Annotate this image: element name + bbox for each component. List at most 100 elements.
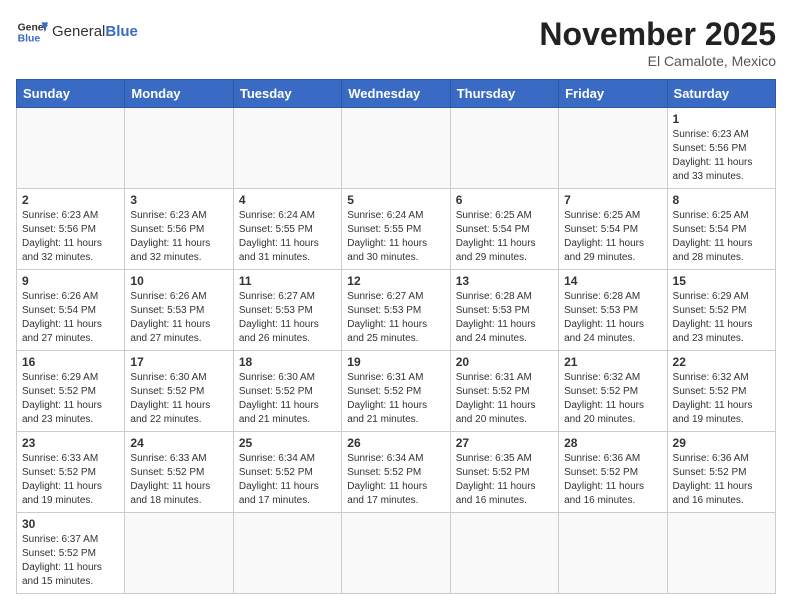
calendar-cell: [450, 108, 558, 189]
day-number: 5: [347, 193, 444, 207]
day-info: Sunrise: 6:32 AM Sunset: 5:52 PM Dayligh…: [673, 371, 770, 427]
day-number: 7: [564, 193, 661, 207]
calendar-cell: 27 Sunrise: 6:35 AM Sunset: 5:52 PM Dayli…: [450, 432, 558, 513]
weekday-saturday: Saturday: [667, 80, 775, 108]
calendar-cell: [559, 108, 667, 189]
day-number: 28: [564, 436, 661, 450]
day-number: 10: [130, 274, 227, 288]
day-info: Sunrise: 6:35 AM Sunset: 5:52 PM Dayligh…: [456, 452, 553, 508]
day-number: 20: [456, 355, 553, 369]
calendar-week-2: 2Sunrise: 6:23 AM Sunset: 5:56 PM Daylig…: [17, 189, 776, 270]
calendar-cell: 16Sunrise: 6:29 AM Sunset: 5:52 PM Dayli…: [17, 351, 125, 432]
day-number: 26: [347, 436, 444, 450]
calendar-cell: 17 Sunrise: 6:30 AM Sunset: 5:52 PM Dayli…: [125, 351, 233, 432]
logo-icon: General Blue: [16, 16, 48, 48]
day-number: 17: [130, 355, 227, 369]
day-info: Sunrise: 6:26 AM Sunset: 5:54 PM Dayligh…: [22, 290, 119, 346]
weekday-friday: Friday: [559, 80, 667, 108]
calendar-cell: 25Sunrise: 6:34 AM Sunset: 5:52 PM Dayli…: [233, 432, 341, 513]
day-info: Sunrise: 6:33 AM Sunset: 5:52 PM Dayligh…: [22, 452, 119, 508]
day-number: 27: [456, 436, 553, 450]
day-info: Sunrise: 6:32 AM Sunset: 5:52 PM Dayligh…: [564, 371, 661, 427]
calendar-cell: [233, 108, 341, 189]
day-info: Sunrise: 6:36 AM Sunset: 5:52 PM Dayligh…: [673, 452, 770, 508]
day-info: Sunrise: 6:26 AM Sunset: 5:53 PM Dayligh…: [130, 290, 227, 346]
day-info: Sunrise: 6:25 AM Sunset: 5:54 PM Dayligh…: [673, 209, 770, 265]
weekday-monday: Monday: [125, 80, 233, 108]
calendar-cell: 29 Sunrise: 6:36 AM Sunset: 5:52 PM Dayli…: [667, 432, 775, 513]
day-number: 21: [564, 355, 661, 369]
day-number: 22: [673, 355, 770, 369]
calendar-cell: [17, 108, 125, 189]
day-info: Sunrise: 6:34 AM Sunset: 5:52 PM Dayligh…: [347, 452, 444, 508]
calendar-cell: 11 Sunrise: 6:27 AM Sunset: 5:53 PM Dayli…: [233, 270, 341, 351]
calendar-cell: 12Sunrise: 6:27 AM Sunset: 5:53 PM Dayli…: [342, 270, 450, 351]
calendar-cell: 28 Sunrise: 6:36 AM Sunset: 5:52 PM Dayli…: [559, 432, 667, 513]
calendar-week-6: 30Sunrise: 6:37 AM Sunset: 5:52 PM Dayli…: [17, 513, 776, 594]
calendar-cell: 10 Sunrise: 6:26 AM Sunset: 5:53 PM Dayli…: [125, 270, 233, 351]
logo-text: GeneralBlue: [52, 23, 138, 41]
day-info: Sunrise: 6:31 AM Sunset: 5:52 PM Dayligh…: [456, 371, 553, 427]
calendar-week-5: 23Sunrise: 6:33 AM Sunset: 5:52 PM Dayli…: [17, 432, 776, 513]
calendar-cell: 21 Sunrise: 6:32 AM Sunset: 5:52 PM Dayli…: [559, 351, 667, 432]
calendar-cell: 4Sunrise: 6:24 AM Sunset: 5:55 PM Daylig…: [233, 189, 341, 270]
calendar-cell: [125, 108, 233, 189]
day-info: Sunrise: 6:27 AM Sunset: 5:53 PM Dayligh…: [239, 290, 336, 346]
calendar: SundayMondayTuesdayWednesdayThursdayFrid…: [16, 79, 776, 594]
day-info: Sunrise: 6:30 AM Sunset: 5:52 PM Dayligh…: [239, 371, 336, 427]
day-number: 29: [673, 436, 770, 450]
day-number: 1: [673, 112, 770, 126]
calendar-cell: 23Sunrise: 6:33 AM Sunset: 5:52 PM Dayli…: [17, 432, 125, 513]
day-number: 14: [564, 274, 661, 288]
calendar-week-1: 1 Sunrise: 6:23 AM Sunset: 5:56 PM Daylig…: [17, 108, 776, 189]
month-title: November 2025: [539, 16, 776, 53]
calendar-cell: 15Sunrise: 6:29 AM Sunset: 5:52 PM Dayli…: [667, 270, 775, 351]
day-info: Sunrise: 6:28 AM Sunset: 5:53 PM Dayligh…: [564, 290, 661, 346]
calendar-cell: [342, 108, 450, 189]
day-info: Sunrise: 6:36 AM Sunset: 5:52 PM Dayligh…: [564, 452, 661, 508]
weekday-wednesday: Wednesday: [342, 80, 450, 108]
calendar-cell: 22 Sunrise: 6:32 AM Sunset: 5:52 PM Dayli…: [667, 351, 775, 432]
calendar-week-4: 16Sunrise: 6:29 AM Sunset: 5:52 PM Dayli…: [17, 351, 776, 432]
day-info: Sunrise: 6:28 AM Sunset: 5:53 PM Dayligh…: [456, 290, 553, 346]
calendar-cell: 24Sunrise: 6:33 AM Sunset: 5:52 PM Dayli…: [125, 432, 233, 513]
day-info: Sunrise: 6:30 AM Sunset: 5:52 PM Dayligh…: [130, 371, 227, 427]
calendar-cell: 14 Sunrise: 6:28 AM Sunset: 5:53 PM Dayli…: [559, 270, 667, 351]
day-number: 12: [347, 274, 444, 288]
calendar-cell: 5 Sunrise: 6:24 AM Sunset: 5:55 PM Daylig…: [342, 189, 450, 270]
day-info: Sunrise: 6:23 AM Sunset: 5:56 PM Dayligh…: [673, 128, 770, 184]
day-number: 4: [239, 193, 336, 207]
calendar-cell: [667, 513, 775, 594]
title-block: November 2025 El Camalote, Mexico: [539, 16, 776, 69]
weekday-header-row: SundayMondayTuesdayWednesdayThursdayFrid…: [17, 80, 776, 108]
day-number: 6: [456, 193, 553, 207]
weekday-tuesday: Tuesday: [233, 80, 341, 108]
calendar-cell: 1 Sunrise: 6:23 AM Sunset: 5:56 PM Daylig…: [667, 108, 775, 189]
calendar-cell: 20 Sunrise: 6:31 AM Sunset: 5:52 PM Dayli…: [450, 351, 558, 432]
calendar-cell: 7 Sunrise: 6:25 AM Sunset: 5:54 PM Daylig…: [559, 189, 667, 270]
day-info: Sunrise: 6:24 AM Sunset: 5:55 PM Dayligh…: [347, 209, 444, 265]
day-number: 8: [673, 193, 770, 207]
calendar-cell: 30Sunrise: 6:37 AM Sunset: 5:52 PM Dayli…: [17, 513, 125, 594]
calendar-cell: [342, 513, 450, 594]
day-number: 11: [239, 274, 336, 288]
calendar-cell: 13Sunrise: 6:28 AM Sunset: 5:53 PM Dayli…: [450, 270, 558, 351]
page-header: General Blue GeneralBlue November 2025 E…: [16, 16, 776, 69]
day-number: 19: [347, 355, 444, 369]
day-info: Sunrise: 6:37 AM Sunset: 5:52 PM Dayligh…: [22, 533, 119, 589]
location: El Camalote, Mexico: [539, 53, 776, 69]
calendar-cell: [233, 513, 341, 594]
day-number: 18: [239, 355, 336, 369]
calendar-body: 1 Sunrise: 6:23 AM Sunset: 5:56 PM Daylig…: [17, 108, 776, 594]
calendar-cell: 2Sunrise: 6:23 AM Sunset: 5:56 PM Daylig…: [17, 189, 125, 270]
day-info: Sunrise: 6:34 AM Sunset: 5:52 PM Dayligh…: [239, 452, 336, 508]
calendar-cell: 9 Sunrise: 6:26 AM Sunset: 5:54 PM Daylig…: [17, 270, 125, 351]
day-info: Sunrise: 6:25 AM Sunset: 5:54 PM Dayligh…: [564, 209, 661, 265]
day-number: 2: [22, 193, 119, 207]
calendar-header: SundayMondayTuesdayWednesdayThursdayFrid…: [17, 80, 776, 108]
calendar-cell: [450, 513, 558, 594]
weekday-thursday: Thursday: [450, 80, 558, 108]
day-number: 24: [130, 436, 227, 450]
day-number: 9: [22, 274, 119, 288]
calendar-cell: [559, 513, 667, 594]
